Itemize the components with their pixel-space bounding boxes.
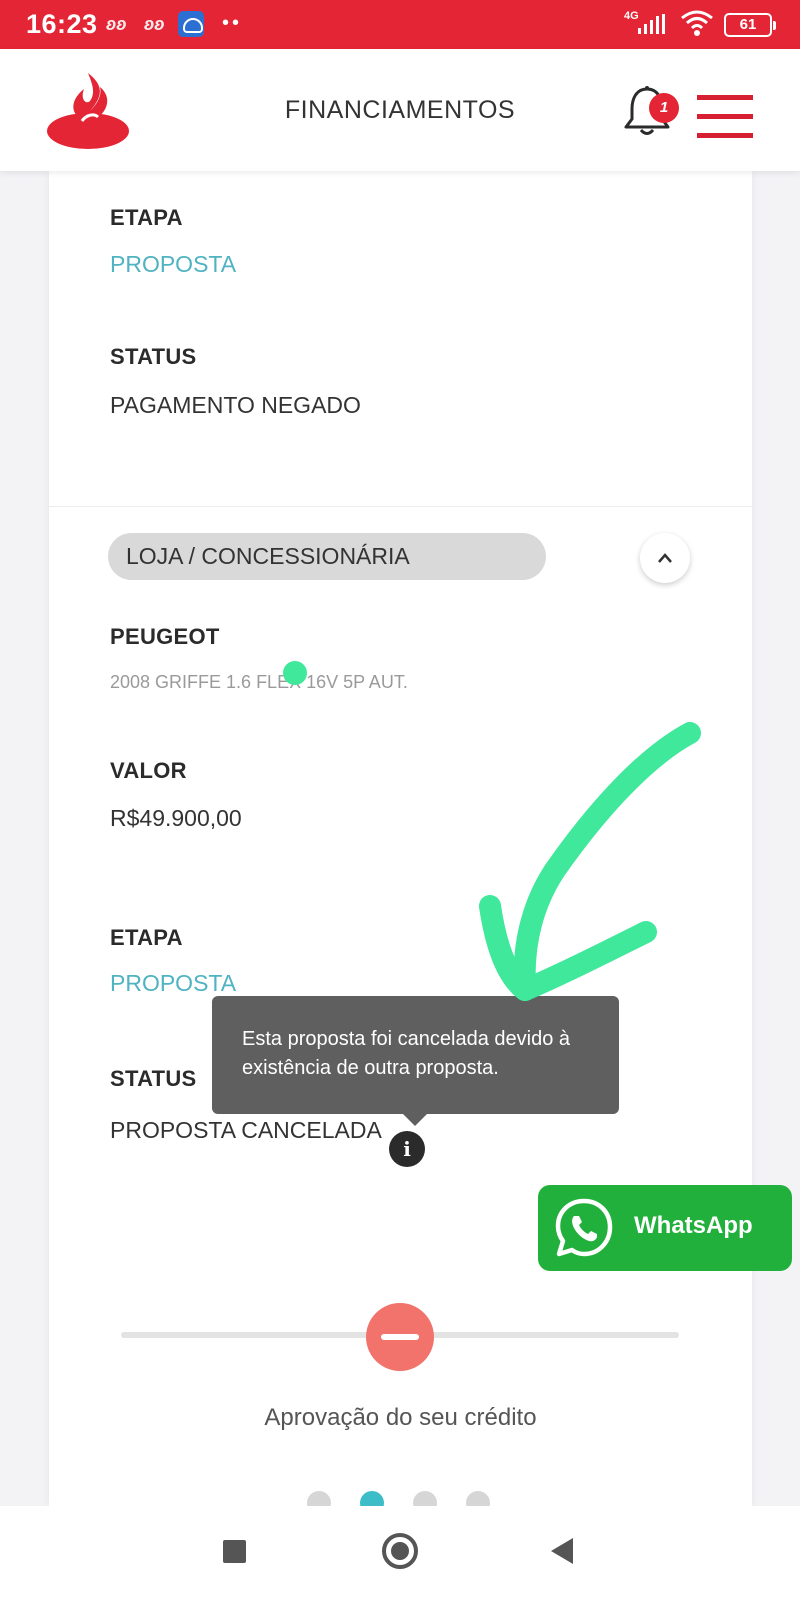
store-dealer-pill: LOJA / CONCESSIONÁRIA xyxy=(108,533,546,580)
status-label: STATUS xyxy=(110,1066,197,1091)
status-value: PAGAMENTO NEGADO xyxy=(110,392,361,418)
whatsapp-icon xyxy=(555,1198,613,1257)
status-label: STATUS xyxy=(110,344,197,369)
financing-card: ETAPA PROPOSTA STATUS PAGAMENTO NEGADO L… xyxy=(49,171,752,1515)
etapa-value: PROPOSTA xyxy=(110,251,237,277)
recent-apps-icon[interactable] xyxy=(223,1540,246,1563)
whatsapp-button[interactable]: WhatsApp xyxy=(538,1185,792,1271)
cancel-reason-tooltip: Esta proposta foi cancelada devido à exi… xyxy=(212,996,619,1126)
progress-caption: Aprovação do seu crédito xyxy=(264,1404,537,1431)
whatsapp-label: WhatsApp xyxy=(634,1212,753,1239)
app-header: FINANCIAMENTOS 1 xyxy=(0,49,800,171)
collapse-button[interactable] xyxy=(640,533,690,583)
battery-icon: 61 xyxy=(724,13,776,37)
signal-icon xyxy=(638,14,665,34)
home-icon[interactable] xyxy=(382,1533,418,1569)
section-divider xyxy=(49,506,752,507)
wifi-icon xyxy=(681,10,713,36)
notification-icon: ʚʚ xyxy=(144,14,165,34)
status-value: PROPOSTA CANCELADA xyxy=(110,1117,382,1143)
etapa-label: ETAPA xyxy=(110,205,183,230)
android-nav-bar xyxy=(0,1506,800,1600)
notification-icon: ʚʚ xyxy=(106,14,127,34)
vehicle-model: 2008 GRIFFE 1.6 FLEX 16V 5P AUT. xyxy=(110,672,408,692)
info-icon[interactable]: i xyxy=(389,1131,425,1167)
valor-value: R$49.900,00 xyxy=(110,805,242,831)
status-bar: 16:23 ʚʚ ʚʚ •• 4G 61 xyxy=(0,0,800,49)
chevron-up-icon xyxy=(658,553,672,563)
minus-circle-icon xyxy=(366,1303,434,1371)
etapa-label: ETAPA xyxy=(110,925,183,950)
vehicle-brand: PEUGEOT xyxy=(110,624,220,649)
status-time: 16:23 xyxy=(26,9,98,39)
hamburger-menu-icon[interactable] xyxy=(697,95,753,141)
valor-label: VALOR xyxy=(110,758,187,783)
back-icon[interactable] xyxy=(551,1538,573,1564)
page-title: FINANCIAMENTOS xyxy=(284,96,516,124)
etapa-value: PROPOSTA xyxy=(110,970,237,996)
more-notifications-icon: •• xyxy=(222,12,243,34)
notification-badge[interactable]: 1 xyxy=(649,93,679,123)
app-notification-icon xyxy=(178,11,204,37)
